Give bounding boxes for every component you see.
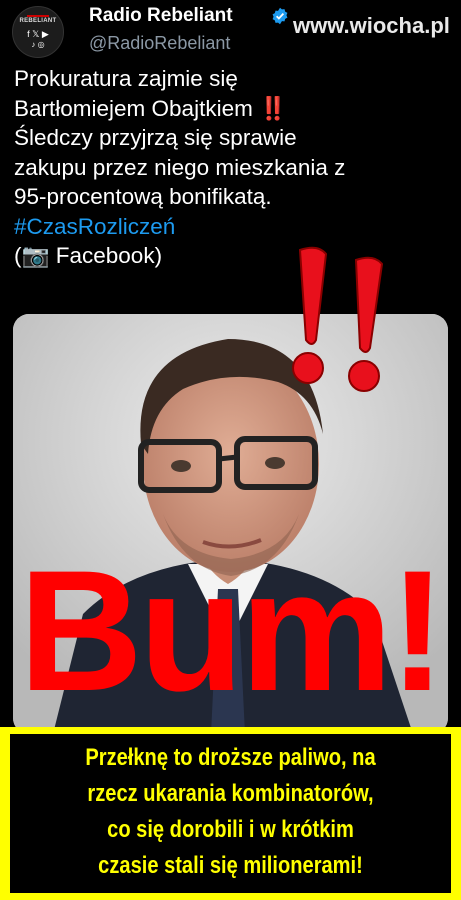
- avatar-brand-text: REBELIANT: [19, 18, 57, 24]
- caption-line: rzecz ukarania kombinatorów,: [87, 780, 374, 807]
- caption-frame: Przełknę to droższe paliwo, na rzecz uka…: [0, 727, 461, 900]
- caption-line: czasie stali się milionerami!: [98, 852, 363, 879]
- tweet-line: Prokuratura zajmie się: [14, 66, 238, 91]
- verified-badge-icon: [272, 7, 288, 25]
- avatar-social-icons-2: ♪ ◎: [31, 40, 45, 49]
- hashtag-link[interactable]: #CzasRozliczeń: [14, 212, 454, 242]
- tweet-header: REBELIANT f 𝕏 ▶ ♪ ◎ Radio Rebeliant @Rad…: [0, 0, 461, 62]
- user-handle[interactable]: @RadioRebeliant: [89, 33, 230, 54]
- tweet-line: 95-procentową bonifikatą.: [14, 184, 272, 209]
- caption-panel: Przełknę to droższe paliwo, na rzecz uka…: [10, 734, 451, 893]
- tweet-line: Śledczy przyjrzą się sprawie: [14, 125, 297, 150]
- bum-overlay-text: Bum!: [18, 535, 447, 727]
- tweet-line: zakupu przez niego mieszkania z: [14, 154, 346, 180]
- caption-text: Przełknę to droższe paliwo, na rzecz uka…: [50, 740, 412, 884]
- tweet-line: Bartłomiejem Obajtkiem ‼️: [14, 94, 454, 124]
- avatar-social-icons: f 𝕏 ▶: [27, 29, 49, 39]
- double-exclamation-icon: ‼️: [259, 95, 288, 121]
- tweet-line-text: Bartłomiejem Obajtkiem: [14, 95, 260, 121]
- tweet-text: Prokuratura zajmie się Bartłomiejem Obaj…: [14, 64, 454, 271]
- watermark: www.wiocha.pl: [293, 13, 450, 38]
- double-exclamation-icon: [292, 246, 384, 392]
- caption-line: co się dorobili i w krótkim: [107, 816, 354, 843]
- avatar-logo-mark: [27, 15, 49, 17]
- avatar[interactable]: REBELIANT f 𝕏 ▶ ♪ ◎: [12, 6, 64, 58]
- display-name[interactable]: Radio Rebeliant: [89, 5, 233, 27]
- caption-line: Przełknę to droższe paliwo, na: [85, 744, 376, 771]
